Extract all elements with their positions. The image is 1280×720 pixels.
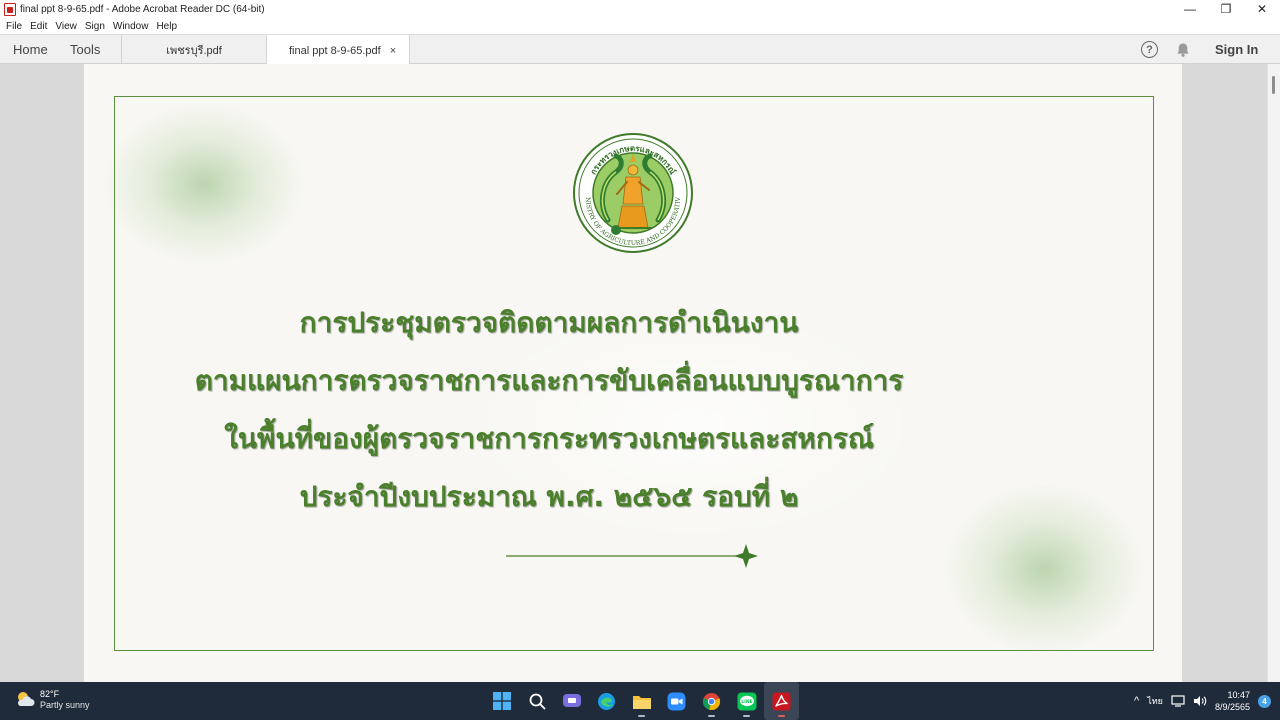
volume-icon[interactable] [1193,695,1207,707]
menu-sign[interactable]: Sign [82,21,108,32]
tools-tab[interactable]: Tools [70,42,100,57]
close-button[interactable]: ✕ [1244,0,1280,18]
windows-taskbar: 82°F Partly sunny LINE ^ ไทย 10:47 8/9/2… [0,682,1280,720]
clock-time: 10:47 [1227,690,1250,700]
network-icon[interactable] [1171,695,1185,707]
window-title: final ppt 8-9-65.pdf - Adobe Acrobat Rea… [20,3,265,15]
clock[interactable]: 10:47 8/9/2565 [1215,690,1250,712]
menu-help[interactable]: Help [153,21,180,32]
document-tab-label: เพชรบุรี.pdf [166,45,222,57]
weather-temperature: 82°F [40,688,60,699]
menu-window[interactable]: Window [110,21,152,32]
acrobat-icon[interactable] [764,682,799,720]
chat-icon[interactable] [554,682,589,720]
language-indicator[interactable]: ไทย [1147,694,1163,708]
title-line-3: ในพื้นที่ของผู้ตรวจราชการกระทรวงเกษตรและ… [224,422,874,455]
menu-edit[interactable]: Edit [27,21,50,32]
clock-date: 8/9/2565 [1214,702,1250,712]
taskbar-apps: LINE [484,682,799,720]
weather-description: Partly sunny [40,699,90,710]
show-hidden-icons-chevron-icon[interactable]: ^ [1134,695,1139,707]
home-tab[interactable]: Home [13,42,48,57]
running-indicator [743,715,750,717]
running-indicator [638,715,645,717]
vertical-scrollbar[interactable] [1267,64,1280,682]
zoom-icon[interactable] [659,682,694,720]
system-tray: ^ ไทย 10:47 8/9/2565 4 [1134,682,1280,720]
close-tab-icon[interactable]: × [390,45,396,57]
file-explorer-icon[interactable] [624,682,659,720]
windows-start-icon[interactable] [484,682,519,720]
notification-count-badge[interactable]: 4 [1258,694,1271,708]
running-indicator [778,715,785,717]
sign-in-button[interactable]: Sign In [1215,42,1258,57]
acrobat-app-icon [4,2,16,16]
chrome-icon[interactable] [694,682,729,720]
partly-sunny-icon [18,692,35,706]
restore-button[interactable]: ❐ [1208,0,1244,18]
ministry-seal-icon: กระทรวงเกษตรและสหกรณ์ MINISTRY OF AGRICU… [572,132,693,253]
title-line-2: ตามแผนการตรวจราชการและการขับเคลื่อนแบบบู… [194,364,904,397]
edge-icon[interactable] [589,682,624,720]
search-icon[interactable] [519,682,554,720]
menu-file[interactable]: File [3,21,25,32]
slide-title: การประชุมตรวจติดตามผลการดำเนินงาน ตามแผน… [0,294,1098,526]
weather-widget[interactable]: 82°F Partly sunny [14,688,90,710]
document-viewport[interactable]: กระทรวงเกษตรและสหกรณ์ MINISTRY OF AGRICU… [0,64,1280,682]
scrollbar-thumb[interactable] [1272,76,1275,94]
menu-bar: File Edit View Sign Window Help [0,18,1280,34]
line-icon[interactable]: LINE [729,682,764,720]
decorative-star-divider [506,544,758,568]
notification-bell-icon[interactable] [1175,42,1191,58]
running-indicator [708,715,715,717]
svg-text:LINE: LINE [741,699,752,705]
document-tab-label: final ppt 8-9-65.pdf [289,44,381,57]
tab-bar: Home Tools เพชรบุรี.pdf final ppt 8-9-65… [0,34,1280,66]
help-icon[interactable]: ? [1141,41,1158,58]
window-controls: — ❐ ✕ [1172,0,1280,18]
document-tab-phetchaburi[interactable]: เพชรบุรี.pdf [121,35,266,65]
minimize-button[interactable]: — [1172,0,1208,18]
title-bar: final ppt 8-9-65.pdf - Adobe Acrobat Rea… [0,0,1280,18]
document-tab-final-ppt[interactable]: final ppt 8-9-65.pdf × [266,35,410,66]
title-line-4: ประจำปีงบประมาณ พ.ศ. ๒๕๖๕ รอบที่ ๒ [299,480,799,513]
menu-view[interactable]: View [52,21,80,32]
title-line-1: การประชุมตรวจติดตามผลการดำเนินงาน [299,306,799,339]
